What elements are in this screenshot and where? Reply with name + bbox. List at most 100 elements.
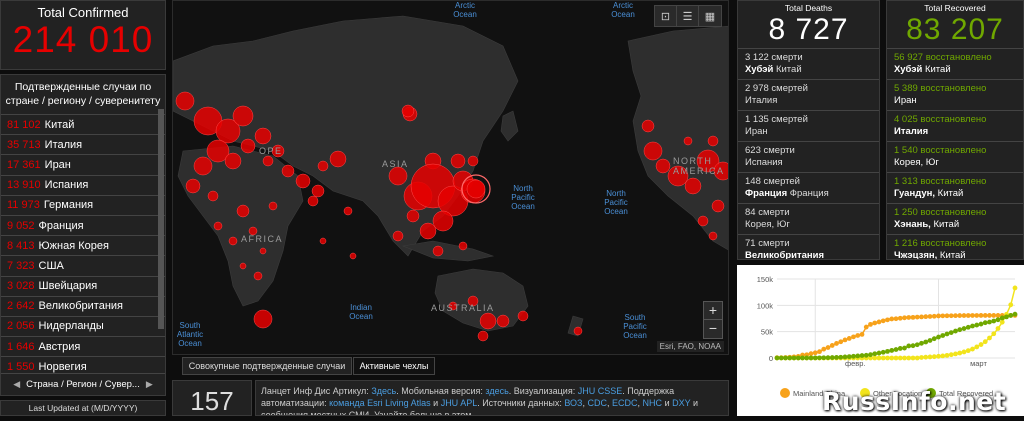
deaths-place: Франция xyxy=(789,187,829,199)
total-deaths-label: Total Deaths xyxy=(784,3,833,13)
data-point xyxy=(783,355,788,361)
data-point xyxy=(970,346,975,352)
data-point xyxy=(851,334,856,340)
deaths-row[interactable]: 148 смертей Франция Франция xyxy=(738,173,879,204)
data-point xyxy=(961,326,967,331)
info-link-article[interactable]: Здесь xyxy=(371,386,396,396)
data-point xyxy=(889,316,895,322)
data-point xyxy=(982,320,988,326)
country-row[interactable]: 2 642 Великобритания xyxy=(1,297,165,317)
data-point xyxy=(957,350,963,356)
recovered-row[interactable]: 1 216 восстановлено Чжэцзян, Китай xyxy=(887,235,1023,259)
country-row[interactable]: 3 028 Швейцария xyxy=(1,277,165,297)
data-point xyxy=(970,313,975,318)
data-point xyxy=(948,313,954,319)
country-row[interactable]: 81 102 Китай xyxy=(1,115,165,136)
country-row[interactable]: 13 910 Испания xyxy=(1,176,165,196)
country-case-count: 13 910 xyxy=(7,179,41,192)
recovered-place: Иран xyxy=(894,94,917,106)
data-point xyxy=(812,350,818,356)
country-row[interactable]: 1 646 Австрия xyxy=(1,337,165,358)
tab-active-cases[interactable]: Активные чехлы xyxy=(353,357,435,375)
deaths-place-bold: Хубэй xyxy=(745,63,774,75)
zoom-in-button[interactable]: + xyxy=(704,302,722,320)
country-row[interactable]: 11 973 Германия xyxy=(1,196,165,216)
data-point xyxy=(880,355,886,361)
recovered-row[interactable]: 1 250 восстановлено Хэнань, Китай xyxy=(887,204,1023,235)
country-list-footer: ◀ Страна / Регион / Сувер... ▶ xyxy=(1,373,165,395)
country-list-header: Подтвержденные случаи по стране / регион… xyxy=(1,75,165,115)
data-point xyxy=(834,355,839,360)
continent-label-north-america: NORTH AMERICA xyxy=(673,156,725,176)
world-map[interactable]: Arctic Ocean Arctic Ocean North Pacific … xyxy=(172,0,729,355)
country-row[interactable]: 8 413 Южная Корея xyxy=(1,236,165,257)
country-name: Китай xyxy=(44,118,75,131)
data-point xyxy=(974,322,980,328)
deaths-place: Китай xyxy=(775,63,802,75)
tab-cumulative-confirmed[interactable]: Совокупные подтвержденные случаи xyxy=(182,357,352,375)
deaths-row[interactable]: 71 смертиВеликобритания Великобритания xyxy=(738,235,879,259)
data-point xyxy=(944,331,950,337)
deaths-row[interactable]: 84 смерти Корея, Юг xyxy=(738,204,879,235)
ocean-label-indian: Indian Ocean xyxy=(349,303,373,321)
data-point xyxy=(1008,302,1014,308)
data-point xyxy=(914,342,920,348)
deaths-row[interactable]: 3 122 смерти Хубэй Китай xyxy=(738,49,879,80)
prev-arrow-icon[interactable]: ◀ xyxy=(13,379,20,390)
data-point xyxy=(999,315,1005,321)
data-point xyxy=(965,313,971,318)
recovered-row[interactable]: 1 540 восстановлено Корея, Юг xyxy=(887,142,1023,173)
recovered-count: 5 389 xyxy=(894,83,918,94)
map-canvas xyxy=(173,15,728,342)
recovered-row[interactable]: 4 025 восстановлено Италия xyxy=(887,111,1023,142)
deaths-row[interactable]: 2 978 смертей Италия xyxy=(738,80,879,111)
legend-list-icon[interactable]: ☰ xyxy=(677,6,699,26)
data-point xyxy=(902,345,907,351)
data-point xyxy=(842,354,848,360)
recovered-row[interactable]: 1 313 восстановлено Гуандун, Китай xyxy=(887,173,1023,204)
data-point xyxy=(999,319,1005,325)
watermark-text: RussInfo.net xyxy=(822,387,1007,416)
info-link-jhu-csse[interactable]: JHU CSSE xyxy=(578,386,623,396)
country-row[interactable]: 2 056 Нидерланды xyxy=(1,317,165,338)
bookmark-icon[interactable]: ⊡ xyxy=(655,6,677,26)
info-text-1: Ланцет Инф Дис Артикул: xyxy=(261,386,369,396)
country-row[interactable]: 9 052 Франция xyxy=(1,216,165,237)
data-point xyxy=(948,330,954,335)
info-link-esri[interactable]: команда Esri Living Atlas xyxy=(329,398,431,408)
data-point xyxy=(893,355,899,361)
total-confirmed-panel: Total Confirmed 214 010 xyxy=(0,0,166,70)
recovered-row[interactable]: 56 927 восстановлено Хубэй Китай xyxy=(887,49,1023,80)
info-link-mobile[interactable]: здесь xyxy=(485,386,508,396)
zoom-out-button[interactable]: − xyxy=(704,320,722,338)
info-text-3: . Визуализация: xyxy=(508,386,576,396)
country-list-panel: Подтвержденные случаи по стране / регион… xyxy=(0,74,166,396)
country-row[interactable]: 7 323 США xyxy=(1,256,165,277)
data-point xyxy=(1012,311,1018,317)
next-arrow-icon[interactable]: ▶ xyxy=(146,379,153,390)
data-point xyxy=(953,313,958,319)
info-link-dxy[interactable]: DXY xyxy=(672,398,690,408)
info-link-nhc[interactable]: NHC xyxy=(643,398,663,408)
info-link-cdc[interactable]: CDC xyxy=(588,398,608,408)
country-row[interactable]: 17 361 Иран xyxy=(1,155,165,176)
country-row[interactable]: 35 713 Италия xyxy=(1,135,165,156)
data-point xyxy=(889,355,895,361)
country-list-scrollbar[interactable] xyxy=(158,109,164,329)
deaths-row[interactable]: 1 135 смертей Иран xyxy=(738,111,879,142)
data-point xyxy=(893,347,899,352)
recovered-unit: восстановлено xyxy=(920,207,987,218)
recovered-row[interactable]: 5 389 восстановлено Иран xyxy=(887,80,1023,111)
total-recovered-header: Total Recovered 83 207 xyxy=(887,1,1023,49)
info-link-who[interactable]: ВОЗ xyxy=(564,398,582,408)
basemap-gallery-icon[interactable]: ▦ xyxy=(699,6,721,26)
info-text-2: . Мобильная версия: xyxy=(396,386,483,396)
info-link-ecdc[interactable]: ECDC xyxy=(612,398,638,408)
deaths-row[interactable]: 623 смерти Испания xyxy=(738,142,879,173)
data-point xyxy=(914,355,920,361)
data-point xyxy=(902,315,907,321)
country-name: Швейцария xyxy=(38,280,98,293)
ocean-label-south-pacific: South Pacific Ocean xyxy=(623,313,647,340)
info-link-jhu-apl[interactable]: JHU APL xyxy=(441,398,478,408)
country-list-footer-label[interactable]: Страна / Регион / Сувер... xyxy=(26,379,140,390)
